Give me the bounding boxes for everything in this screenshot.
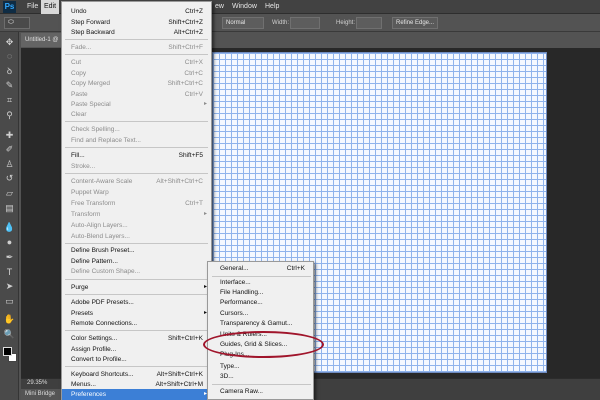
eyedropper-icon[interactable]: ⚲ — [3, 109, 16, 122]
blur-icon[interactable]: 💧 — [3, 221, 16, 234]
zoom-level[interactable]: 29.35% — [27, 380, 47, 386]
pref-item-camera-raw[interactable]: Camera Raw... — [208, 387, 313, 397]
pref-item-type[interactable]: Type... — [208, 362, 313, 372]
menu-item-purge[interactable]: Purge ▸ — [62, 282, 211, 293]
lasso-icon[interactable]: ꝺ — [3, 65, 16, 78]
menu-item-define-custom-shape[interactable]: Define Custom Shape... — [62, 266, 211, 277]
menu-item-fade[interactable]: Fade... Shift+Ctrl+F — [62, 42, 211, 53]
menu-separator — [65, 39, 208, 40]
height-field[interactable] — [356, 17, 382, 29]
menu-item-find-replace[interactable]: Find and Replace Text... — [62, 135, 211, 146]
quick-select-icon[interactable]: ✎ — [3, 79, 16, 92]
menu-item-content-aware-scale[interactable]: Content-Aware Scale Alt+Shift+Ctrl+C — [62, 176, 211, 187]
pref-item-file-handling[interactable]: File Handling... — [208, 288, 313, 298]
photoshop-logo-icon: Ps — [3, 1, 16, 13]
mini-bridge-tab[interactable]: Mini Bridge — [21, 389, 61, 400]
eraser-icon[interactable]: ▱ — [3, 187, 16, 200]
brush-icon[interactable]: ✐ — [3, 143, 16, 156]
clone-stamp-icon[interactable]: ♙ — [3, 158, 16, 171]
healing-brush-icon[interactable]: ✚ — [3, 129, 16, 142]
menu-item-undo[interactable]: Undo Ctrl+Z — [62, 6, 211, 17]
zoom-icon[interactable]: 🔍 — [3, 328, 16, 341]
dodge-icon[interactable]: ● — [3, 236, 16, 249]
pref-item-cursors[interactable]: Cursors... — [208, 309, 313, 319]
menu-item-fill[interactable]: Fill... Shift+F5 — [62, 150, 211, 161]
menu-item-convert-to-profile[interactable]: Convert to Profile... — [62, 354, 211, 365]
menu-view[interactable]: ew — [212, 0, 227, 14]
menu-file[interactable]: File — [24, 0, 41, 14]
pref-item-interface[interactable]: Interface... — [208, 278, 313, 288]
menu-item-stroke[interactable]: Stroke... — [62, 161, 211, 172]
menu-separator — [212, 276, 311, 277]
menu-edit[interactable]: Edit — [41, 0, 60, 14]
menu-window[interactable]: Window — [229, 0, 260, 14]
hand-icon[interactable]: ✋ — [3, 313, 16, 326]
tool-preset-picker[interactable]: ⬭ — [4, 17, 30, 29]
path-select-icon[interactable]: ➤ — [3, 280, 16, 293]
edit-menu: Undo Ctrl+Z Step Forward Shift+Ctrl+Z Step… — [61, 1, 212, 400]
submenu-arrow-icon: ▸ — [203, 211, 207, 217]
menu-help[interactable]: Help — [262, 0, 282, 14]
crop-icon[interactable]: ⌗ — [3, 94, 16, 107]
menu-item-auto-align-layers[interactable]: Auto-Align Layers... — [62, 220, 211, 231]
menu-item-copy-merged[interactable]: Copy Merged Shift+Ctrl+C — [62, 78, 211, 89]
menu-separator — [65, 121, 208, 122]
marquee-icon[interactable]: ◌ — [3, 50, 16, 63]
pref-item-performance[interactable]: Performance... — [208, 298, 313, 308]
pref-item-general[interactable]: General... Ctrl+K — [208, 264, 313, 274]
menu-item-free-transform[interactable]: Free Transform Ctrl+T — [62, 198, 211, 209]
menu-item-transform[interactable]: Transform ▸ — [62, 209, 211, 220]
pref-item-transparency-gamut[interactable]: Transparency & Gamut... — [208, 319, 313, 329]
menu-separator — [65, 243, 208, 244]
menu-item-clear[interactable]: Clear — [62, 109, 211, 120]
height-label: Height: — [336, 20, 356, 26]
menu-item-adobe-pdf-presets[interactable]: Adobe PDF Presets... — [62, 297, 211, 308]
menu-item-auto-blend-layers[interactable]: Auto-Blend Layers... — [62, 231, 211, 242]
menu-item-cut[interactable]: Cut Ctrl+X — [62, 57, 211, 68]
menu-item-puppet-warp[interactable]: Puppet Warp — [62, 187, 211, 198]
document-tab[interactable]: Untitled-1 @ — [21, 33, 65, 47]
shape-icon[interactable]: ▭ — [3, 295, 16, 308]
move-icon[interactable]: ✥ — [3, 36, 16, 49]
menu-item-remote-connections[interactable]: Remote Connections... — [62, 318, 211, 329]
menu-separator — [65, 54, 208, 55]
menu-item-check-spelling[interactable]: Check Spelling... — [62, 124, 211, 135]
menu-separator — [65, 279, 208, 280]
menu-separator — [65, 147, 208, 148]
width-field[interactable] — [290, 17, 320, 29]
type-icon[interactable]: T — [3, 266, 16, 279]
menu-separator — [65, 173, 208, 174]
tools-panel: ✥ ◌ ꝺ ✎ ⌗ ⚲ ✚ ✐ ♙ ↺ ▱ ▤ 💧 ● ✒ T ➤ ▭ ✋ 🔍 — [0, 32, 19, 400]
menu-item-preferences[interactable]: Preferences ▸ — [62, 389, 211, 400]
menu-separator — [65, 294, 208, 295]
annotation-circle — [203, 331, 324, 358]
menu-item-define-brush-preset[interactable]: Define Brush Preset... — [62, 245, 211, 256]
refine-edge-button[interactable]: Refine Edge... — [392, 17, 438, 29]
width-label: Width: — [272, 20, 290, 26]
menu-item-color-settings[interactable]: Color Settings... Shift+Ctrl+K — [62, 333, 211, 344]
pen-icon[interactable]: ✒ — [3, 251, 16, 264]
menu-separator — [65, 366, 208, 367]
foreground-color-swatch[interactable] — [3, 347, 12, 356]
menu-separator — [212, 384, 311, 385]
pref-item-3d[interactable]: 3D... — [208, 372, 313, 382]
gradient-icon[interactable]: ▤ — [3, 202, 16, 215]
menu-item-step-backward[interactable]: Step Backward Alt+Ctrl+Z — [62, 27, 211, 38]
menu-separator — [65, 330, 208, 331]
history-brush-icon[interactable]: ↺ — [3, 172, 16, 185]
style-select[interactable]: Normal — [222, 17, 264, 29]
